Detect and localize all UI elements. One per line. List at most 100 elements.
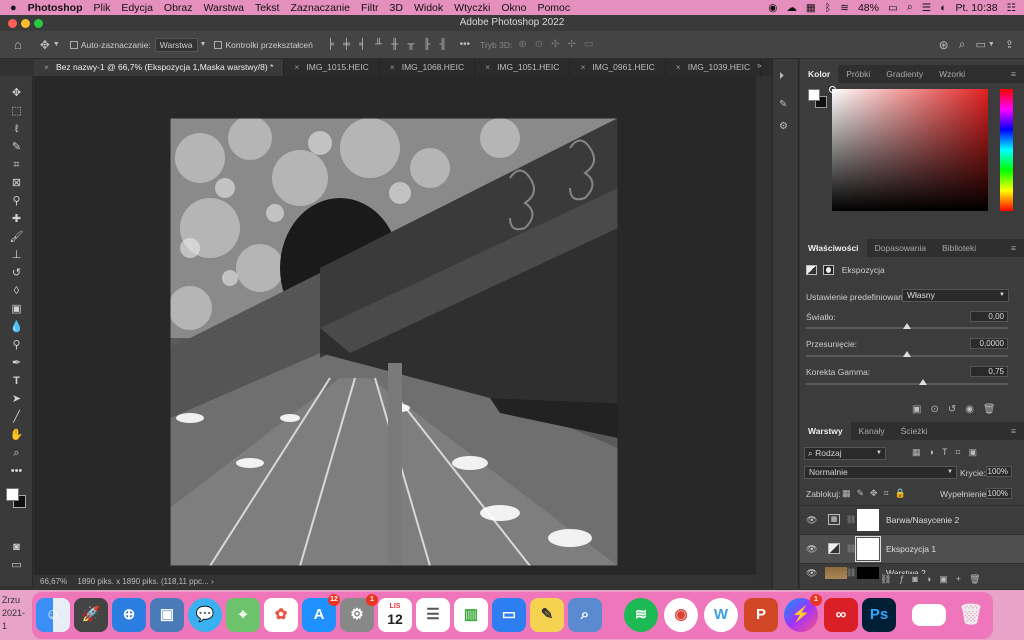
close-window-button[interactable] — [8, 19, 17, 28]
search-icon[interactable]: ⌕ — [907, 1, 913, 14]
layer-row-selected[interactable]: 👁 ⛓ Ekspozycja 1 — [800, 534, 1024, 563]
color-swatches[interactable] — [4, 486, 30, 512]
menu-okno[interactable]: Okno — [501, 2, 526, 14]
gamma-value-field[interactable]: 0,75 — [970, 366, 1008, 377]
frame-tool-icon[interactable]: ⊠ — [0, 174, 33, 192]
history-icon[interactable]: ⏵ — [779, 71, 784, 82]
dodge-tool-icon[interactable]: ⚲ — [0, 336, 33, 354]
document-info[interactable]: 1890 piks. x 1890 piks. (118,11 ppc... › — [77, 577, 213, 586]
clock[interactable]: Pt. 10:38 — [956, 2, 998, 14]
offset-slider-thumb[interactable] — [903, 351, 911, 357]
powerpoint-icon[interactable]: P — [744, 598, 778, 632]
preview-photo-icon[interactable]: ▣ — [150, 598, 184, 632]
screenshot-thumbnail[interactable] — [912, 604, 946, 626]
tab-patterns[interactable]: Wzorki — [931, 65, 973, 83]
healing-brush-icon[interactable]: ✚ — [0, 210, 33, 228]
panel-menu-icon[interactable]: ≡ — [1003, 239, 1024, 257]
3d-mode-icons[interactable]: ⊕⊙✣✢▭ — [518, 39, 601, 50]
menu-obraz[interactable]: Obraz — [164, 2, 193, 14]
wifi-icon[interactable]: ≋ — [840, 2, 849, 14]
safari-icon[interactable]: ⊕ — [112, 598, 146, 632]
app-store-icon[interactable]: A 12 — [302, 594, 340, 632]
menu-app-name[interactable]: Photoshop — [28, 2, 83, 14]
tab-adjustments[interactable]: Dopasowania — [867, 239, 935, 257]
opacity-field[interactable]: 100% — [986, 466, 1012, 477]
preview-icon[interactable]: ⌕ — [568, 598, 602, 632]
link-icon[interactable]: ⛓ — [846, 515, 856, 524]
doc-tab[interactable]: × IMG_1051.HEIC — [475, 59, 571, 76]
more-options-icon[interactable]: ••• — [460, 39, 471, 50]
gamma-slider[interactable] — [806, 379, 1008, 385]
eraser-tool-icon[interactable]: ◊ — [0, 282, 33, 300]
tab-gradients[interactable]: Gradienty — [878, 65, 931, 83]
pen-tool-icon[interactable]: ✒ — [0, 354, 33, 372]
doc-tab[interactable]: × IMG_1039.HEIC — [666, 59, 762, 76]
hand-tool-icon[interactable]: ✋ — [0, 426, 33, 444]
bluetooth-icon[interactable]: ᛒ — [825, 2, 831, 14]
move-tool-icon[interactable]: ✥ — [0, 84, 33, 102]
close-icon[interactable]: × — [44, 62, 49, 72]
eye-icon[interactable]: 👁 — [806, 568, 817, 579]
messages-icon[interactable]: 💬 — [188, 598, 222, 632]
gradient-tool-icon[interactable]: ▣ — [0, 300, 33, 318]
export-icon[interactable]: ⇪ — [1005, 38, 1014, 51]
quick-select-tool-icon[interactable]: ✎ — [0, 138, 33, 156]
photoshop-dock-icon[interactable]: Ps — [862, 598, 896, 632]
auto-select-dropdown[interactable]: Warstwa — [154, 37, 198, 52]
menu-warstwa[interactable]: Warstwa — [204, 2, 244, 14]
exposure-slider-thumb[interactable] — [903, 323, 911, 329]
menu-pomoc[interactable]: Pomoc — [537, 2, 570, 14]
workspace-icon[interactable]: ▭ — [975, 38, 985, 51]
mask-icon[interactable] — [823, 265, 835, 275]
layer-mask-thumbnail[interactable] — [855, 536, 881, 562]
zoom-window-button[interactable] — [34, 19, 43, 28]
blend-mode-dropdown[interactable]: Normalnie ▼ — [804, 466, 957, 479]
tab-properties[interactable]: Właściwości — [800, 239, 867, 257]
word-app-icon[interactable]: W — [704, 598, 738, 632]
battery-icon[interactable]: ▭ — [888, 2, 898, 14]
eye-icon[interactable]: 👁 — [806, 544, 817, 555]
zoom-level[interactable]: 66,67% — [40, 577, 67, 586]
grid-icon[interactable]: ▦ — [806, 2, 816, 14]
canvas-area[interactable] — [34, 76, 756, 575]
lasso-tool-icon[interactable]: ℓ — [0, 120, 33, 138]
chevron-down-icon[interactable]: ▼ — [988, 41, 995, 48]
home-icon[interactable]: ⌂ — [14, 37, 22, 52]
close-icon[interactable]: × — [485, 62, 490, 72]
lock-icons[interactable]: ▦✎✥⌗🔒 — [842, 488, 912, 499]
menu-3d[interactable]: 3D — [390, 2, 403, 14]
foreground-color-swatch[interactable] — [6, 488, 19, 501]
layer-row[interactable]: 👁 ▦ ⛓ Barwa/Nasycenie 2 — [800, 505, 1024, 534]
history-brush-icon[interactable]: ↺ — [0, 264, 33, 282]
transform-controls-checkbox[interactable] — [214, 40, 225, 50]
tabs-overflow-icon[interactable]: » — [757, 61, 761, 70]
move-tool-icon[interactable]: ✥ — [40, 38, 50, 52]
doc-tab[interactable]: × IMG_1068.HEIC — [380, 59, 476, 76]
stamp-tool-icon[interactable]: ⊥ — [0, 246, 33, 264]
finder-icon[interactable]: ☺ — [36, 598, 70, 632]
doc-tab-active[interactable]: × Bez nazwy-1 @ 66,7% (Ekspozycja 1,Maska… — [34, 59, 285, 76]
type-tool-icon[interactable]: T — [0, 372, 33, 390]
search-icon[interactable]: ⌕ — [959, 37, 966, 52]
trash-icon[interactable]: 🗑 — [954, 598, 988, 632]
tab-layers[interactable]: Warstwy — [800, 422, 851, 440]
apple-icon[interactable]: ● — [10, 2, 17, 14]
path-select-icon[interactable]: ➤ — [0, 390, 33, 408]
share-icon[interactable]: ⊛ — [939, 38, 949, 52]
layer-filter-dropdown[interactable]: ⌕ Rodzaj ▼ — [804, 447, 886, 460]
more-tools-icon[interactable]: ••• — [0, 462, 33, 480]
layer-thumbnail[interactable] — [825, 567, 847, 579]
maps-icon[interactable]: ⌖ — [226, 598, 260, 632]
layer-mask-thumbnail[interactable] — [857, 567, 879, 579]
chevron-down-icon[interactable]: ▼ — [200, 41, 207, 48]
color-picker-handle[interactable] — [829, 86, 836, 93]
cloud-icon[interactable]: ☁ — [786, 2, 797, 14]
line-tool-icon[interactable]: ╱ — [0, 408, 33, 426]
close-icon[interactable]: × — [676, 62, 681, 72]
record-icon[interactable]: ◉ — [768, 2, 777, 14]
tab-paths[interactable]: Ścieżki — [893, 422, 936, 440]
system-preferences-icon[interactable]: ⚙ 1 — [340, 594, 378, 632]
close-icon[interactable]: × — [390, 62, 395, 72]
chevron-down-icon[interactable]: ▼ — [53, 41, 60, 48]
menu-tekst[interactable]: Tekst — [255, 2, 280, 14]
